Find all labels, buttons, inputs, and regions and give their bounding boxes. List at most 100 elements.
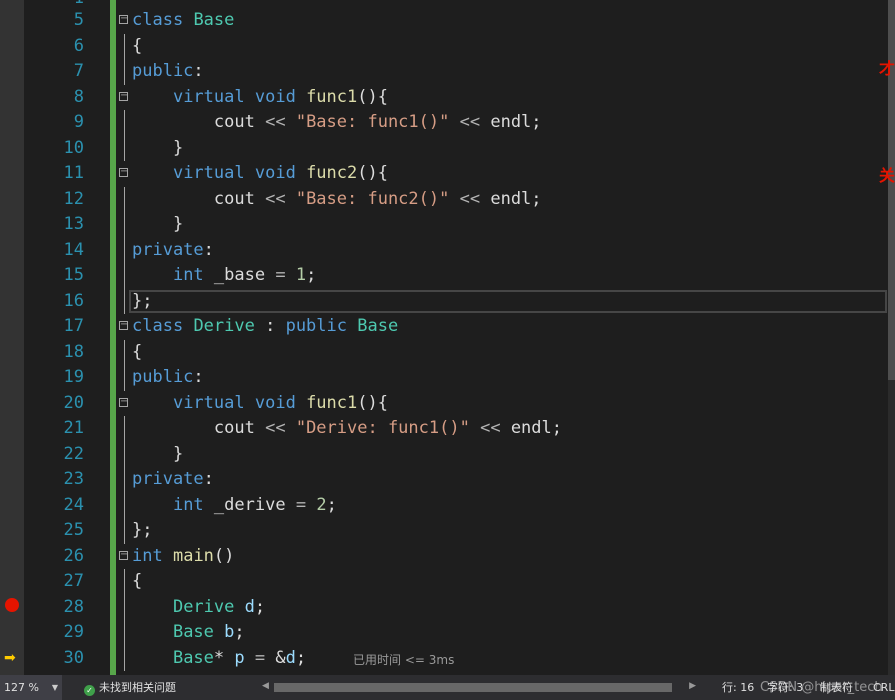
code-token: func1 — [306, 86, 358, 107]
code-token: private — [132, 239, 204, 260]
code-text: private: — [132, 467, 214, 493]
code-text: virtual void func2(){ — [132, 161, 388, 187]
code-line[interactable]: 26 − int main() — [0, 544, 895, 570]
code-token: endl; — [510, 418, 562, 438]
code-line[interactable]: 21 cout << "Derive: func1()" << endl; — [0, 416, 895, 442]
code-line[interactable]: 29 Base b; — [0, 620, 895, 646]
code-text: } — [132, 442, 183, 468]
fold-guide — [124, 365, 125, 391]
code-token: } — [132, 443, 184, 464]
code-text: public: — [132, 365, 204, 391]
code-line[interactable]: 18 { — [0, 339, 895, 366]
code-token: endl; — [490, 112, 542, 132]
line-number: 5 — [73, 10, 84, 30]
fold-guide — [124, 59, 125, 85]
code-token: { — [132, 571, 143, 591]
zoom-dropdown[interactable]: 127 % ▼ — [0, 675, 62, 700]
fold-guide — [124, 135, 125, 161]
cursor-line-indicator[interactable]: 行: 16 — [722, 675, 754, 700]
code-token: : — [203, 239, 214, 260]
code-token: main — [172, 545, 214, 566]
code-token: Base — [193, 10, 235, 30]
scroll-left-icon[interactable]: ◀ — [262, 681, 269, 691]
code-text: public: — [132, 59, 204, 85]
line-number: 13 — [63, 214, 84, 234]
code-token: = — [254, 647, 266, 668]
code-text: private: — [132, 238, 214, 264]
code-line[interactable]: 20 − virtual void func1(){ — [0, 391, 895, 417]
code-line[interactable]: 13 } — [0, 212, 895, 238]
fold-guide — [124, 110, 125, 136]
overlay-mark-2: 关 — [878, 166, 895, 185]
code-line[interactable]: 27 { — [0, 569, 895, 595]
code-text: virtual void func1(){ — [132, 85, 388, 111]
code-token: () — [213, 545, 235, 566]
fold-guide — [124, 569, 125, 595]
code-token: ; — [326, 494, 337, 515]
code-text: cout << "Derive: func1()" << endl; — [132, 416, 562, 442]
line-number: 21 — [63, 418, 84, 438]
code-token: public — [285, 316, 347, 336]
code-line[interactable]: 5 − class Base — [0, 8, 895, 34]
code-editor[interactable]: 1 5−class Base6{7public:8− virtual void … — [0, 0, 895, 675]
scroll-right-icon[interactable]: ▶ — [689, 681, 696, 691]
fold-toggle-icon[interactable]: − — [119, 396, 128, 407]
issues-indicator[interactable]: ✓ 未找到相关问题 — [84, 675, 176, 700]
code-token: cout — [213, 188, 255, 209]
code-text: Derive d; — [132, 595, 265, 621]
code-line[interactable]: 14 private: — [0, 237, 895, 264]
fold-toggle-icon[interactable]: − — [119, 320, 128, 330]
code-token: private — [132, 469, 204, 489]
code-line[interactable]: 9 cout << "Base: func1()" << endl; — [0, 110, 895, 136]
code-line[interactable]: 8 − virtual void func1(){ — [0, 85, 895, 111]
code-line[interactable]: 12 cout << "Base: func2()" << endl; — [0, 186, 895, 212]
code-token: void — [254, 86, 296, 107]
fold-toggle-icon[interactable]: − — [119, 167, 128, 177]
horizontal-scrollbar[interactable]: ◀ ▶ — [260, 679, 700, 696]
code-token: public — [132, 367, 194, 387]
code-token: (){ — [357, 86, 388, 107]
fold-guide — [124, 186, 125, 212]
fold-guide — [124, 467, 125, 493]
fold-guide — [124, 441, 125, 467]
line-number: 11 — [63, 163, 84, 183]
horizontal-scrollbar-thumb[interactable] — [274, 683, 672, 692]
code-line[interactable]: 19 public: — [0, 365, 895, 391]
code-line[interactable]: 15 int _base = 1; — [0, 263, 895, 289]
code-line[interactable]: 28 Derive d; — [0, 594, 895, 621]
code-token: 2 — [316, 494, 327, 515]
code-token: & — [265, 647, 286, 668]
code-token: int — [172, 265, 204, 285]
fold-toggle-icon[interactable]: − — [119, 14, 128, 24]
code-token: Derive — [172, 596, 235, 617]
code-line[interactable]: 22 } — [0, 441, 895, 468]
vertical-scrollbar[interactable] — [888, 0, 895, 675]
fold-toggle-icon[interactable]: − — [119, 90, 128, 101]
code-line[interactable]: 24 int _derive = 2; — [0, 492, 895, 518]
code-text: } — [132, 136, 183, 162]
breakpoint-icon[interactable] — [5, 598, 19, 612]
code-line[interactable]: 11 − virtual void func2(){ — [0, 161, 895, 187]
code-line[interactable]: 6{ — [0, 33, 895, 59]
code-text: { — [132, 340, 142, 366]
code-line[interactable]: 7 public: — [0, 59, 895, 85]
code-line[interactable]: 17 − class Derive : public Base — [0, 314, 895, 340]
check-circle-icon: ✓ — [84, 685, 95, 696]
code-token: } — [132, 214, 184, 234]
code-token: * — [213, 647, 235, 668]
fold-toggle-icon[interactable]: − — [119, 549, 128, 560]
code-line[interactable]: 25}; — [0, 518, 895, 544]
code-line[interactable]: 10 } — [0, 135, 895, 162]
code-line[interactable]: 23 private: — [0, 467, 895, 493]
